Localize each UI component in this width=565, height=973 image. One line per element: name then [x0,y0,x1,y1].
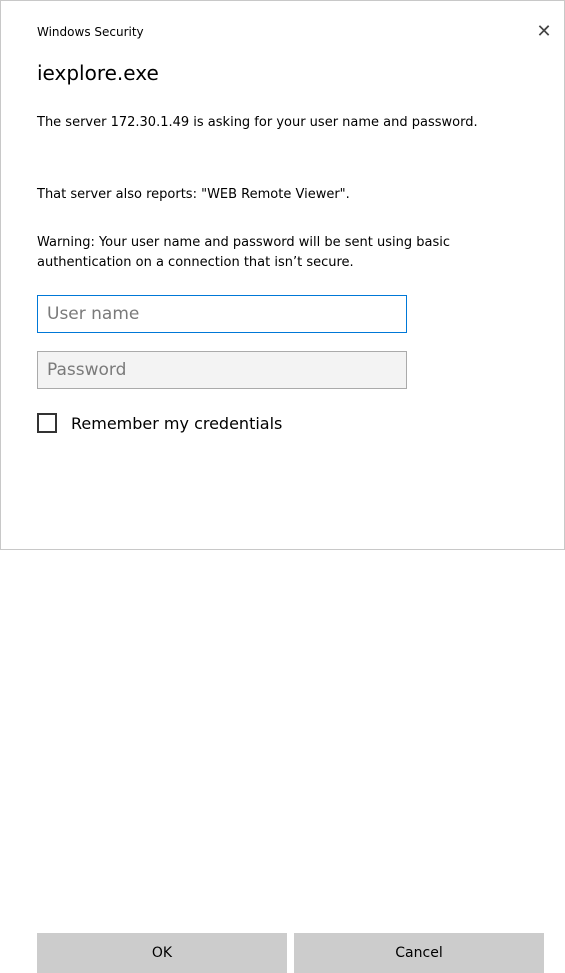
username-input[interactable] [37,295,407,333]
password-input[interactable] [37,351,407,389]
dialog-content: Windows Security ✕ iexplore.exe The serv… [1,1,564,451]
credential-dialog: Windows Security ✕ iexplore.exe The serv… [0,0,565,973]
cancel-button[interactable]: Cancel [294,933,544,973]
close-icon[interactable]: ✕ [532,19,556,43]
warning-message: Warning: Your user name and password wil… [37,235,450,270]
ok-button[interactable]: OK [37,933,287,973]
remember-credentials-option[interactable]: Remember my credentials [37,413,282,433]
window-caption: Windows Security [37,25,144,39]
remember-label: Remember my credentials [71,413,283,433]
button-bar: OK Cancel [1,451,564,973]
app-title: iexplore.exe [37,61,159,85]
realm-message: That server also reports: "WEB Remote Vi… [37,187,350,202]
server-message: The server 172.30.1.49 is asking for you… [37,115,478,130]
remember-checkbox[interactable] [37,413,57,433]
